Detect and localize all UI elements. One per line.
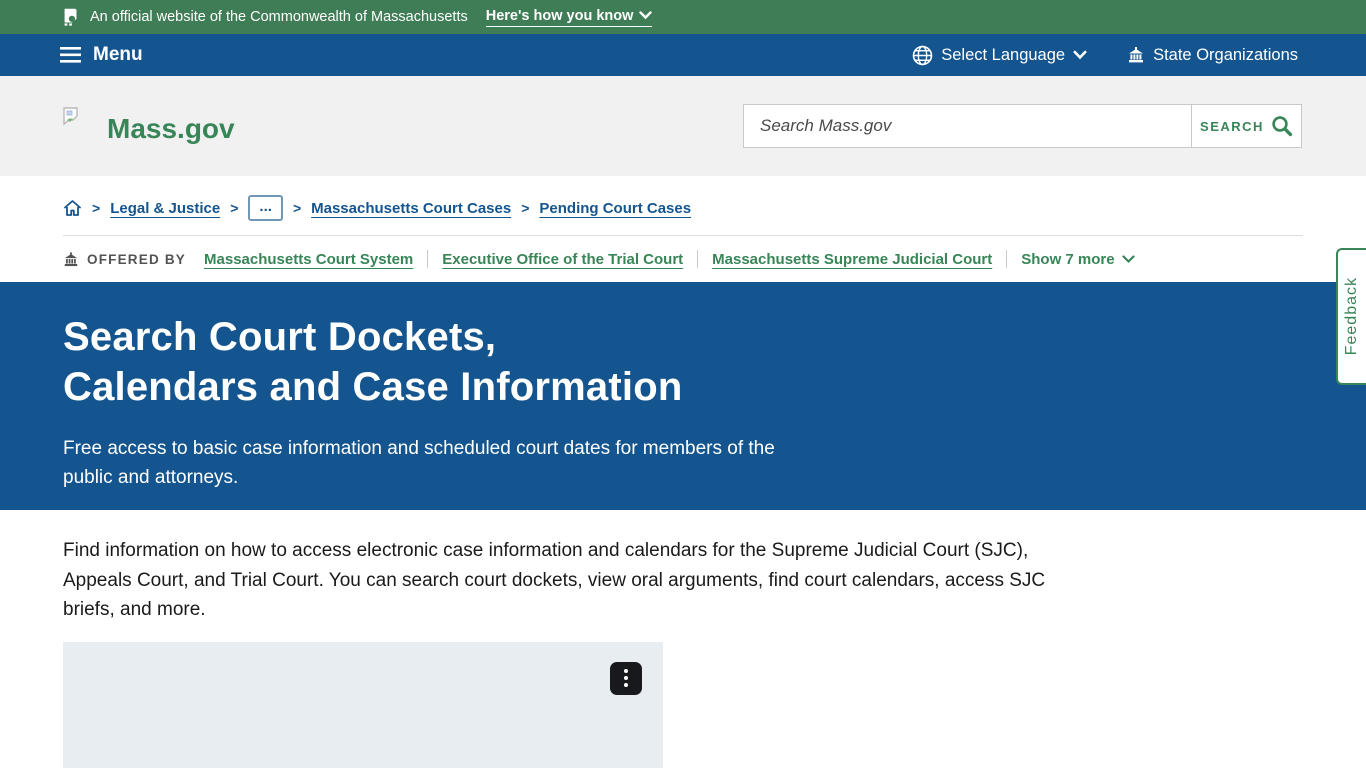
kebab-menu-button[interactable]: [610, 662, 642, 695]
heres-how-you-know-button[interactable]: Here's how you know: [486, 8, 653, 27]
breadcrumb-separator: >: [293, 200, 301, 216]
main-navigation-bar: Menu Select Language: [0, 34, 1366, 76]
intro-paragraph: Find information on how to access electr…: [63, 536, 1053, 625]
select-language-label: Select Language: [941, 46, 1065, 65]
search-input[interactable]: [744, 105, 1191, 147]
home-icon[interactable]: [63, 199, 82, 217]
search-button[interactable]: SEARCH: [1191, 105, 1301, 147]
breadcrumb-separator: >: [521, 200, 529, 216]
search-icon: [1271, 115, 1293, 137]
breadcrumb-link-court-cases[interactable]: Massachusetts Court Cases: [311, 200, 511, 217]
official-banner: An official website of the Commonwealth …: [0, 0, 1366, 34]
offered-by-label-group: OFFERED BY: [63, 251, 186, 268]
page-subtitle: Free access to basic case information an…: [63, 434, 823, 492]
feedback-tab[interactable]: Feedback: [1336, 248, 1366, 385]
massachusetts-flag-icon: [60, 6, 82, 28]
page-hero: Search Court Dockets, Calendars and Case…: [0, 282, 1366, 510]
page-title: Search Court Dockets, Calendars and Case…: [63, 312, 1303, 412]
broken-image-icon: [63, 107, 83, 126]
heres-how-you-know-label: Here's how you know: [486, 8, 634, 24]
capitol-building-icon: [63, 251, 79, 268]
show-more-button[interactable]: Show 7 more: [1007, 251, 1134, 268]
chevron-down-icon: [639, 11, 652, 20]
kebab-dot: [624, 683, 628, 687]
state-organizations-link[interactable]: State Organizations: [1127, 46, 1298, 65]
chevron-down-icon: [1122, 255, 1135, 264]
kebab-dot: [624, 676, 628, 680]
offered-by-link-court-system[interactable]: Massachusetts Court System: [204, 251, 427, 268]
site-search: SEARCH: [743, 104, 1302, 148]
select-language-button[interactable]: Select Language: [912, 45, 1087, 66]
offered-by-link-supreme-judicial-court[interactable]: Massachusetts Supreme Judicial Court: [698, 251, 1006, 268]
breadcrumb-ellipsis-button[interactable]: ...: [248, 195, 283, 221]
feedback-tab-label: Feedback: [1343, 277, 1361, 355]
page-context-section: > Legal & Justice > ... > Massachusetts …: [0, 176, 1366, 282]
site-header: Mass.gov SEARCH: [0, 76, 1366, 176]
chevron-down-icon: [1073, 50, 1087, 60]
menu-label: Menu: [93, 44, 143, 66]
search-button-label: SEARCH: [1200, 119, 1264, 134]
breadcrumb-separator: >: [230, 200, 238, 216]
breadcrumb-link-pending-court-cases[interactable]: Pending Court Cases: [539, 200, 691, 217]
kebab-dot: [624, 669, 628, 673]
capitol-building-icon: [1127, 46, 1145, 64]
breadcrumb-link-legal-justice[interactable]: Legal & Justice: [110, 200, 220, 217]
offered-by-link-trial-court[interactable]: Executive Office of the Trial Court: [428, 251, 697, 268]
offered-by-row: OFFERED BY Massachusetts Court System Ex…: [0, 236, 1366, 282]
page-title-line2: Calendars and Case Information: [63, 365, 682, 409]
table-of-contents-box: [63, 642, 663, 768]
main-content: Find information on how to access electr…: [0, 510, 1366, 768]
show-more-label: Show 7 more: [1021, 251, 1114, 268]
hamburger-menu-icon: [60, 47, 81, 63]
nav-utility-links: Select Language State Organizations: [912, 45, 1298, 66]
breadcrumb-separator: >: [92, 200, 100, 216]
massgov-logo-text: Mass.gov: [107, 113, 235, 145]
breadcrumb: > Legal & Justice > ... > Massachusetts …: [0, 176, 1366, 235]
state-organizations-label: State Organizations: [1153, 46, 1298, 65]
offered-by-label: OFFERED BY: [87, 252, 186, 267]
page-title-line1: Search Court Dockets,: [63, 315, 496, 359]
globe-icon: [912, 45, 933, 66]
official-banner-text: An official website of the Commonwealth …: [90, 9, 468, 25]
menu-button[interactable]: Menu: [60, 44, 143, 66]
massgov-logo[interactable]: Mass.gov: [63, 107, 235, 145]
